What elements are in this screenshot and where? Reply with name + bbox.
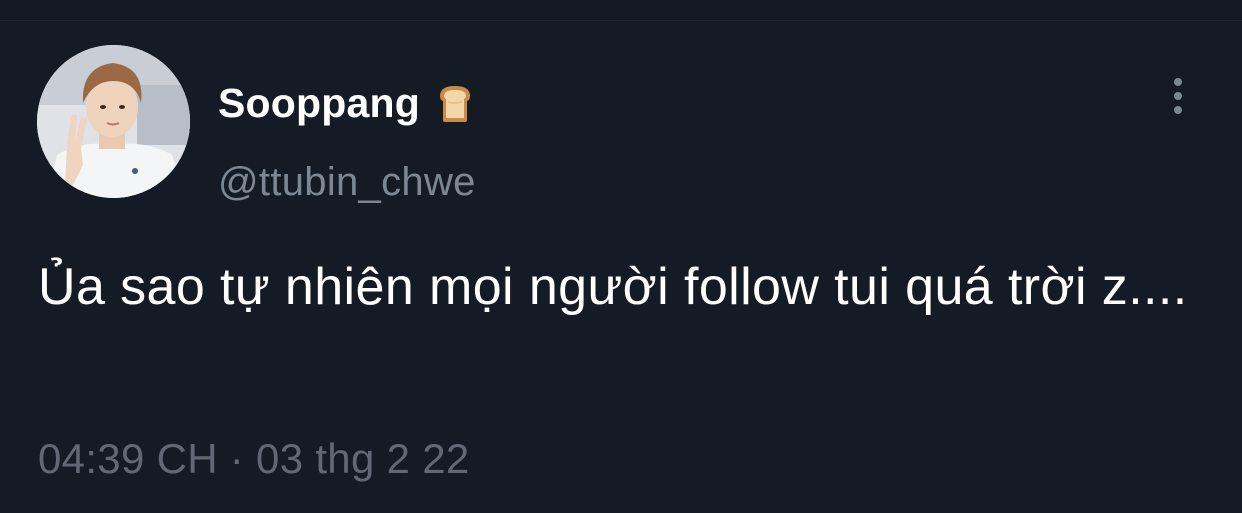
tweet-card: Sooppang @ttubin_chwe Ủa sao tự nhiên mọ…: [0, 0, 1242, 513]
tweet-text: Ủa sao tự nhiên mọi người follow tui quá…: [38, 258, 1188, 316]
more-vertical-icon[interactable]: [1163, 76, 1193, 116]
bread-icon: [434, 82, 476, 124]
display-name[interactable]: Sooppang: [218, 80, 420, 127]
tweet-timestamp[interactable]: 04:39 CH · 03 thg 2 22: [38, 435, 470, 483]
author-name-row: Sooppang: [218, 76, 476, 130]
avatar-image: [37, 45, 190, 198]
top-divider: [0, 0, 1242, 21]
profile-avatar[interactable]: [37, 45, 190, 198]
author-handle[interactable]: @ttubin_chwe: [218, 160, 476, 205]
